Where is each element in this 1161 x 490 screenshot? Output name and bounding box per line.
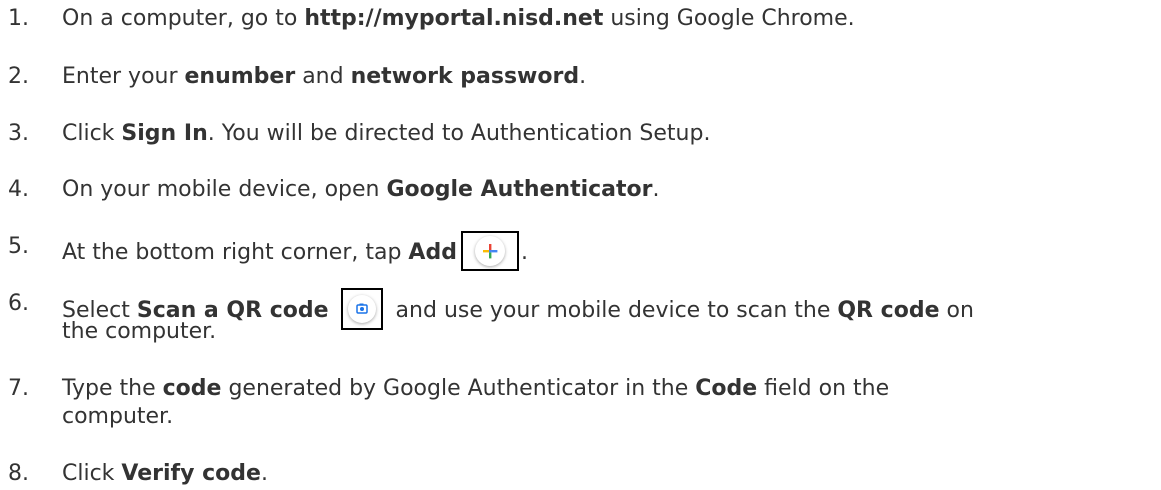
- step-text: Click Verify code.: [62, 460, 268, 488]
- step-text-segment: Click: [62, 461, 122, 486]
- step-text-segment: using Google Chrome.: [603, 6, 855, 31]
- step-text-segment: On your mobile device, open: [62, 177, 387, 202]
- step-text-segment: .: [260, 461, 268, 486]
- emphasis-add: Add: [408, 240, 457, 265]
- step-text-segment: Type the: [62, 376, 163, 401]
- step-number: 3.: [8, 121, 29, 146]
- emphasis-code-field: Code: [695, 376, 758, 401]
- step-number: 8.: [8, 461, 29, 486]
- step-text-segment: and: [295, 64, 351, 89]
- emphasis-sign-in: Sign In: [121, 121, 208, 146]
- step-text-segment: At the bottom right corner, tap: [62, 240, 409, 265]
- plus-icon: [482, 244, 498, 259]
- emphasis-qr-code: QR code: [837, 298, 940, 323]
- step-text: Type the code generated by Google Authen…: [62, 375, 889, 403]
- step-text-segment: .: [520, 240, 528, 265]
- step-number: 2.: [8, 64, 29, 89]
- step-text-segment: and use your mobile device to scan the: [388, 298, 838, 323]
- step-number: 4.: [8, 177, 29, 202]
- emphasis-network-password: network password: [350, 64, 580, 89]
- portal-url: http://myportal.nisd.net: [304, 6, 604, 31]
- step-text-continuation: computer.: [62, 404, 174, 429]
- step-text: On a computer, go to http://myportal.nis…: [62, 5, 855, 33]
- add-fab: [474, 236, 505, 266]
- step-text: Enter your enumber and network password.: [62, 63, 586, 91]
- emphasis-verify-code: Verify code: [121, 461, 261, 486]
- step-text-segment: .: [652, 177, 660, 202]
- step-number: 7.: [8, 376, 29, 401]
- emphasis-code: code: [162, 376, 222, 401]
- step-number: 1.: [8, 6, 29, 31]
- step-text-segment: Click: [62, 121, 122, 146]
- scan-fab: [347, 295, 376, 323]
- camera-icon: [355, 303, 368, 314]
- scan-qr-illustration: [340, 288, 383, 330]
- step-text-segment: .: [579, 64, 587, 89]
- step-text-segment: . You will be directed to Authentication…: [207, 121, 711, 146]
- step-text-segment: On a computer, go to: [62, 6, 305, 31]
- step-text: On your mobile device, open Google Authe…: [62, 176, 660, 204]
- step-text-segment: Enter your: [62, 64, 185, 89]
- instruction-list: 1. On a computer, go to http://myportal.…: [0, 0, 1161, 490]
- step-text-segment: on: [939, 298, 974, 323]
- step-number: 6.: [8, 291, 29, 316]
- add-button-illustration: [460, 231, 519, 271]
- step-text: Click Sign In. You will be directed to A…: [62, 120, 710, 148]
- step-number: 5.: [8, 234, 29, 259]
- step-text-segment: generated by Google Authenticator in the: [221, 376, 696, 401]
- emphasis-enumber: enumber: [184, 64, 296, 89]
- step-text-segment: field on the: [757, 376, 890, 401]
- step-text-continuation: the computer.: [62, 319, 217, 344]
- step-text: At the bottom right corner, tap Add .: [62, 231, 528, 273]
- emphasis-google-authenticator: Google Authenticator: [386, 177, 653, 202]
